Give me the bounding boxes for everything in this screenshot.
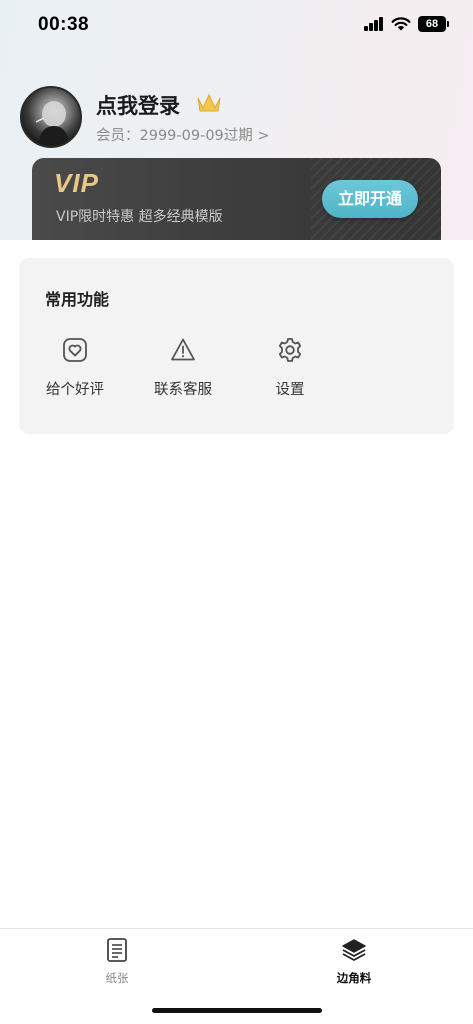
wifi-icon — [391, 17, 411, 31]
gear-icon — [278, 338, 302, 362]
crown-icon — [197, 93, 221, 112]
activate-vip-button[interactable]: 立即开通 — [322, 180, 418, 218]
avatar-portrait-icon — [35, 101, 70, 146]
common-functions-card: 常用功能 给个好评 联系客服 设置 — [19, 258, 454, 434]
login-prompt[interactable]: 点我登录 — [96, 90, 180, 120]
vip-logo: VIP — [54, 168, 99, 198]
tab-scraps[interactable]: 边角料 — [309, 937, 399, 986]
rate-app-item[interactable]: 给个好评 — [35, 336, 115, 406]
contact-support-label: 联系客服 — [154, 382, 212, 398]
layers-icon — [342, 939, 366, 961]
common-functions-title: 常用功能 — [45, 290, 110, 309]
contact-support-item[interactable]: 联系客服 — [143, 336, 223, 406]
heart-badge-icon — [63, 338, 87, 362]
settings-label: 设置 — [275, 382, 305, 398]
home-indicator — [152, 1008, 322, 1013]
status-time: 00:38 — [38, 14, 90, 35]
battery-icon: 68 — [418, 16, 449, 32]
status-bar: 00:38 68 — [0, 0, 473, 50]
vip-banner[interactable]: VIP VIP限时特惠 超多经典模版 立即开通 — [32, 158, 441, 240]
avatar[interactable] — [20, 86, 82, 148]
tab-paper-label: 纸张 — [105, 971, 129, 985]
membership-expiry-link[interactable]: 会员：2999-09-09过期 > — [96, 124, 270, 145]
tab-paper[interactable]: 纸张 — [72, 937, 162, 986]
warning-triangle-icon — [171, 338, 195, 361]
cellular-signal-icon — [364, 17, 384, 31]
mine-page: 00:38 68 点我登录 会员：2999-09-09过期 > VIP VIP限… — [0, 0, 473, 1024]
document-list-icon — [107, 938, 127, 962]
settings-item[interactable]: 设置 — [250, 336, 330, 406]
tab-scraps-label: 边角料 — [336, 971, 372, 985]
vip-promo-text: VIP限时特惠 超多经典模版 — [56, 209, 223, 225]
rate-app-label: 给个好评 — [46, 382, 104, 398]
